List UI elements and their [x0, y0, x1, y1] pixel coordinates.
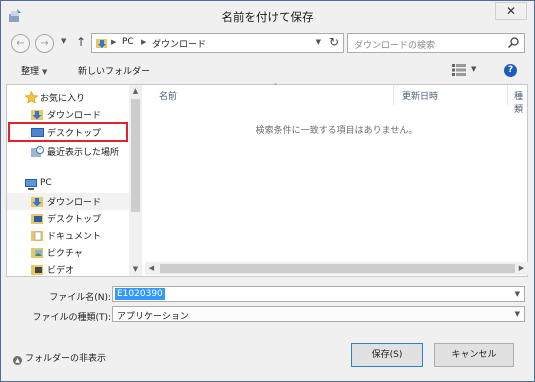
- recent-places-icon: [31, 146, 44, 157]
- filename-label: ファイル名(N):: [49, 293, 111, 303]
- highlight-annotation: [8, 122, 128, 142]
- nav-pc-pictures-label: ピクチャ: [47, 249, 83, 259]
- nav-pc-pictures[interactable]: ピクチャ: [7, 244, 129, 261]
- title-bar: 名前を付けて保存 ✕: [1, 1, 534, 31]
- documents-folder-icon: [31, 231, 43, 241]
- downloads-folder-icon: [31, 197, 43, 207]
- view-options-icon[interactable]: [452, 64, 466, 76]
- content-area: お気に入り ダウンロード デスクトップ 最近表示した場所 PC ダウンロード デ…: [6, 83, 528, 277]
- forward-button[interactable]: →: [35, 34, 54, 53]
- file-list-horizontal-scrollbar[interactable]: ◀ ▶: [145, 262, 528, 275]
- help-icon[interactable]: ?: [504, 64, 517, 77]
- organize-button[interactable]: 整理 ▼: [21, 64, 47, 77]
- address-bar[interactable]: ▶ PC ▶ ダウンロード ▼ ↻: [91, 33, 344, 53]
- scrollbar-thumb[interactable]: [131, 99, 140, 212]
- scroll-down-icon[interactable]: ▼: [129, 263, 142, 275]
- close-button[interactable]: ✕: [495, 2, 527, 20]
- search-box[interactable]: ダウンロードの検索: [347, 33, 525, 53]
- filename-value[interactable]: E1020390: [115, 288, 165, 300]
- nav-pc-videos[interactable]: ビデオ: [7, 261, 129, 278]
- nav-fav-recent-label: 最近表示した場所: [47, 148, 120, 158]
- search-icon[interactable]: [507, 36, 520, 49]
- save-button[interactable]: 保存(S): [351, 343, 423, 367]
- nav-favorites-label: お気に入り: [40, 94, 86, 104]
- column-header-type[interactable]: 種類: [514, 89, 528, 115]
- address-dropdown-icon[interactable]: ▼: [316, 38, 321, 46]
- empty-message: 検索条件に一致する項目はありません。: [255, 126, 418, 136]
- column-divider: [507, 85, 508, 105]
- nav-fav-downloads[interactable]: ダウンロード: [7, 106, 129, 123]
- scroll-right-icon[interactable]: ▶: [515, 262, 528, 275]
- nav-fav-recent[interactable]: 最近表示した場所: [7, 143, 129, 160]
- toolbar: 整理 ▼ 新しいフォルダー ▼ ?: [1, 58, 534, 82]
- nav-pc-documents[interactable]: ドキュメント: [7, 227, 129, 244]
- downloads-folder-icon: [31, 110, 43, 120]
- save-as-dialog: 名前を付けて保存 ✕ ← → ▼ ↑ ▶ PC ▶ ダウンロード ▼ ↻ ダウン…: [0, 0, 535, 382]
- collapse-arrow-icon: ▲: [13, 356, 22, 365]
- nav-favorites[interactable]: お気に入り: [7, 89, 129, 106]
- window-title: 名前を付けて保存: [221, 10, 314, 24]
- breadcrumb-separator-icon: ▶: [111, 38, 117, 46]
- search-input[interactable]: ダウンロードの検索: [354, 38, 435, 51]
- nav-pc-downloads[interactable]: ダウンロード: [7, 193, 129, 210]
- back-button[interactable]: ←: [11, 34, 30, 53]
- computer-icon: [25, 179, 37, 190]
- scroll-left-icon[interactable]: ◀: [145, 262, 158, 275]
- nav-pc-documents-label: ドキュメント: [47, 232, 102, 242]
- view-dropdown-icon[interactable]: ▼: [471, 65, 476, 73]
- cancel-button[interactable]: キャンセル: [434, 343, 514, 367]
- hide-folders-label: フォルダーの非表示: [25, 354, 107, 364]
- pictures-folder-icon: [31, 248, 43, 258]
- filename-field[interactable]: E1020390 ▼: [112, 286, 525, 302]
- filetype-dropdown-icon[interactable]: ▼: [515, 310, 520, 318]
- column-header-name[interactable]: 名前: [159, 89, 177, 102]
- refresh-icon[interactable]: ↻: [329, 35, 339, 49]
- file-list: ^ 名前 更新日時 種類 検索条件に一致する項目はありません。 ◀ ▶: [145, 83, 528, 276]
- nav-pc-label: PC: [40, 178, 52, 188]
- up-button[interactable]: ↑: [76, 35, 86, 49]
- navigation-bar: ← → ▼ ↑ ▶ PC ▶ ダウンロード ▼ ↻ ダウンロードの検索: [1, 31, 534, 55]
- download-folder-icon: [96, 39, 107, 48]
- star-icon: [25, 91, 38, 104]
- nav-pc-videos-label: ビデオ: [47, 266, 75, 276]
- nav-fav-downloads-label: ダウンロード: [47, 111, 102, 121]
- column-divider: [393, 85, 394, 105]
- recent-locations-chevron-icon[interactable]: ▼: [61, 37, 66, 45]
- nav-pc-desktop[interactable]: デスクトップ: [7, 210, 129, 227]
- sort-indicator-icon: ^: [273, 83, 279, 90]
- nav-pane-scrollbar[interactable]: ▲ ▼: [129, 85, 142, 276]
- videos-folder-icon: [31, 265, 43, 275]
- nav-pc-downloads-label: ダウンロード: [47, 198, 102, 208]
- breadcrumb-downloads[interactable]: ダウンロード: [152, 37, 206, 50]
- scroll-up-icon[interactable]: ▲: [129, 85, 142, 97]
- nav-pc[interactable]: PC: [7, 176, 129, 193]
- desktop-folder-icon: [31, 214, 43, 224]
- scrollbar-thumb[interactable]: [160, 264, 515, 273]
- new-folder-button[interactable]: 新しいフォルダー: [78, 64, 150, 77]
- nav-pc-desktop-label: デスクトップ: [47, 215, 102, 225]
- column-header-date-modified[interactable]: 更新日時: [402, 89, 438, 102]
- organize-label: 整理: [21, 67, 40, 77]
- filetype-select[interactable]: アプリケーション ▼: [112, 306, 525, 322]
- filetype-label: ファイルの種類(T):: [32, 313, 111, 323]
- breadcrumb-separator-icon: ▶: [141, 38, 147, 46]
- filetype-value: アプリケーション: [117, 312, 189, 322]
- breadcrumb-pc[interactable]: PC: [122, 37, 134, 47]
- organize-dropdown-icon: ▼: [42, 68, 48, 76]
- navigation-pane: お気に入り ダウンロード デスクトップ 最近表示した場所 PC ダウンロード デ…: [7, 85, 144, 276]
- hide-folders-toggle[interactable]: ▲ フォルダーの非表示: [13, 351, 106, 365]
- filename-dropdown-icon[interactable]: ▼: [515, 290, 520, 298]
